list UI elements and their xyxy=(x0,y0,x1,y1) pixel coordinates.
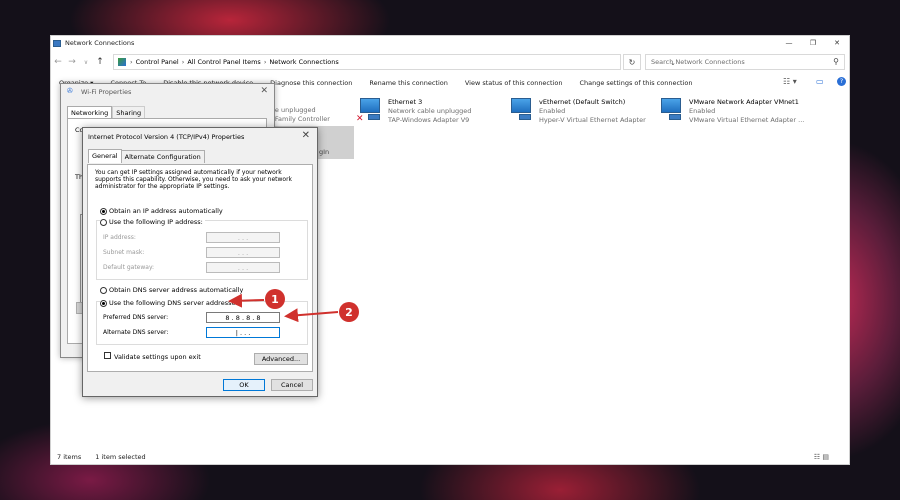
annotation-arrow-2 xyxy=(284,308,339,323)
annotation-arrow-1 xyxy=(228,293,265,308)
annotation-arrows xyxy=(228,293,339,323)
callout-1: 1 xyxy=(265,289,285,309)
callout-2: 2 xyxy=(339,302,359,322)
